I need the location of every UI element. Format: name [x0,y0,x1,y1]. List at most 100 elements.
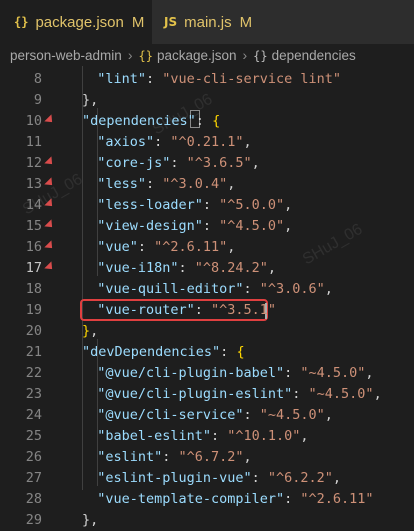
code-line[interactable]: 14 "less-loader": "^5.0.0", [0,195,414,216]
breadcrumb-symbol[interactable]: {} dependencies [253,48,356,63]
line-number: 15 [25,218,42,234]
tab-label: package.json [35,13,124,31]
code-token: "~4.5.0" [308,386,374,402]
code-text: "@vue/cli-plugin-babel": "~4.5.0", [97,363,373,384]
code-line[interactable]: 21 "devDependencies": { [0,342,414,363]
code-token: "^5.0.0" [219,197,285,213]
line-number: 22 [25,365,42,381]
diff-marker-icon[interactable] [44,177,56,189]
tab-package-json[interactable]: {} package.json M [0,0,152,44]
code-token: "^10.1.0" [227,428,301,444]
code-token: "@vue/cli-plugin-eslint" [97,386,293,402]
code-text: "core-js": "^3.6.5", [97,153,260,174]
code-token: { [212,113,221,129]
code-text: "@vue/cli-plugin-eslint": "~4.5.0", [97,384,382,405]
code-token: "less-loader" [97,197,203,213]
code-token: "vue-cli-service lint" [162,71,342,87]
code-line[interactable]: 13 "less": "^3.0.4", [0,174,414,195]
diff-marker-icon[interactable] [44,219,56,231]
code-token: "vue" [97,239,138,255]
code-line[interactable]: 18 "vue-quill-editor": "^3.0.6", [0,279,414,300]
code-line[interactable]: 11 "axios": "^0.21.1", [0,132,414,153]
line-number: 17 [25,260,42,276]
breadcrumb-file[interactable]: {} package.json [138,48,236,63]
code-line[interactable]: 20}, [0,321,414,342]
code-line[interactable]: 16 "vue": "^2.6.11", [0,237,414,258]
code-token: : [145,176,163,192]
line-number: 9 [33,92,42,108]
code-line[interactable]: 27 "eslint-plugin-vue": "^6.2.2", [0,468,414,489]
breadcrumb-symbol-label: dependencies [271,47,356,63]
code-token: "^3.5.1" [211,302,277,318]
code-text: }, [82,90,98,111]
line-number: 18 [25,281,42,297]
diff-marker-icon[interactable] [44,114,56,126]
breadcrumb-root[interactable]: person-web-admin [10,48,122,63]
chevron-right-icon: › [127,47,133,63]
modified-flag: M [239,13,253,31]
code-token: , [373,386,382,402]
code-line[interactable]: 9}, [0,90,414,111]
diff-marker-icon[interactable] [44,156,56,168]
code-text: "axios": "^0.21.1", [97,132,251,153]
code-text: "view-design": "^4.5.0", [97,216,292,237]
code-token: , [227,239,236,255]
code-token: "~4.5.0" [300,365,366,381]
code-line[interactable]: 15 "view-design": "^4.5.0", [0,216,414,237]
code-token: "core-js" [97,155,171,171]
code-text: "eslint-plugin-vue": "^6.2.2", [97,468,341,489]
code-line[interactable]: 22 "@vue/cli-plugin-babel": "~4.5.0", [0,363,414,384]
code-token: "@vue/cli-plugin-babel" [97,365,285,381]
code-token: , [251,155,260,171]
code-token: "vue-template-compiler" [97,491,285,507]
code-token: "^6.2.2" [267,470,333,486]
line-number: 8 [33,71,42,87]
line-number: 26 [25,449,42,465]
diff-marker-icon[interactable] [44,261,56,273]
code-line[interactable]: 10 "dependencies": { [0,111,414,132]
code-token: "~4.5.0" [259,407,325,423]
line-number: 19 [25,302,42,318]
diff-marker-icon[interactable] [44,240,56,252]
code-line[interactable]: 29}, [0,510,414,531]
json-file-icon: {} [14,15,29,29]
code-token: "@vue/cli-service" [97,407,244,423]
code-text: "vue-template-compiler": "^2.6.11" [97,489,373,510]
code-token: : [195,113,213,129]
code-line[interactable]: 8 "lint": "vue-cli-service lint" [0,69,414,90]
breadcrumb: person-web-admin › {} package.json › {} de… [0,44,414,66]
line-number: 11 [25,134,42,150]
code-token: : [162,449,179,465]
code-token: "axios" [97,134,155,150]
code-token: , [365,365,374,381]
code-text: "babel-eslint": "^10.1.0", [97,426,308,447]
code-line[interactable]: 24 "@vue/cli-service": "~4.5.0", [0,405,414,426]
diff-marker-icon[interactable] [44,198,56,210]
code-token: : [210,428,228,444]
code-line[interactable]: 26 "eslint": "^6.7.2", [0,447,414,468]
code-token: }, [82,512,99,528]
code-token: "^0.21.1" [170,134,244,150]
code-token: "babel-eslint" [97,428,211,444]
code-token: , [243,134,252,150]
code-line[interactable]: 19 "vue-router": "^3.5.1" [0,300,414,321]
line-number: 10 [25,113,42,129]
code-text: "devDependencies": { [82,342,245,363]
code-token: "^8.24.2" [194,260,268,276]
code-line[interactable]: 23 "@vue/cli-plugin-eslint": "~4.5.0", [0,384,414,405]
line-number: 21 [25,344,42,360]
code-token: , [284,218,293,234]
code-line[interactable]: 17 "vue-i18n": "^8.24.2", [0,258,414,279]
line-number: 27 [25,470,42,486]
code-editor[interactable]: SHuJ_06 SHuJ_06 SHuJ_06 8 "lint": "vue-cl… [0,66,414,528]
code-line[interactable]: 28 "vue-template-compiler": "^2.6.11" [0,489,414,510]
code-token: "eslint-plugin-vue" [97,470,252,486]
code-line[interactable]: 25 "babel-eslint": "^10.1.0", [0,426,414,447]
tab-main-js[interactable]: JS main.js M [152,0,414,44]
code-token: "^6.7.2" [178,449,244,465]
code-line[interactable]: 12 "core-js": "^3.6.5", [0,153,414,174]
code-token: : [170,155,187,171]
code-token: } [82,323,91,339]
code-text: "vue-quill-editor": "^3.0.6", [97,279,333,300]
code-token: : [292,386,309,402]
